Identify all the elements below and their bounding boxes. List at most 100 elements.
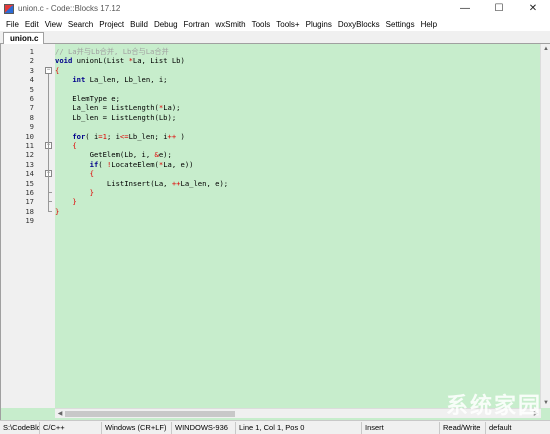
scroll-down-arrow-icon[interactable]: ▼ bbox=[541, 398, 550, 408]
menu-plugins[interactable]: Plugins bbox=[303, 20, 335, 29]
status-edit-mode: Insert bbox=[362, 421, 440, 434]
menu-tools[interactable]: Tools bbox=[249, 20, 274, 29]
code-token: <= bbox=[119, 131, 129, 141]
code-line[interactable]: // La并与Lb合并, Lb合与La合并 bbox=[55, 47, 169, 56]
watermark-logo: 系统家园 bbox=[445, 394, 542, 419]
menu-search[interactable]: Search bbox=[65, 20, 96, 29]
vertical-scrollbar[interactable]: ▲ ▼ bbox=[540, 44, 550, 408]
menu-help[interactable]: Help bbox=[418, 20, 440, 29]
menu-fortran[interactable]: Fortran bbox=[181, 20, 213, 29]
code-line[interactable]: } bbox=[55, 197, 77, 207]
line-number: 2 bbox=[29, 56, 34, 66]
code-token: } bbox=[72, 197, 77, 207]
code-token: Lb_len = ListLength(Lb); bbox=[55, 112, 177, 122]
maximize-button[interactable]: ☐ bbox=[482, 0, 516, 17]
menu-file[interactable]: File bbox=[3, 20, 22, 29]
code-line[interactable]: { bbox=[55, 66, 59, 75]
title-bar: union.c - Code::Blocks 17.12 — ☐ ✕ bbox=[0, 0, 550, 17]
code-token: ListInsert(La, bbox=[55, 178, 172, 188]
code-line[interactable]: Lb_len = ListLength(Lb); bbox=[55, 113, 176, 122]
code-line[interactable]: { bbox=[55, 169, 94, 178]
menu-build[interactable]: Build bbox=[127, 20, 151, 29]
code-editor[interactable]: 12345678910111213141516171819−−− // La并与… bbox=[0, 44, 550, 420]
code-token: ( bbox=[98, 159, 107, 169]
code-token: ElemType e; bbox=[55, 94, 120, 103]
code-token: La); bbox=[163, 103, 181, 113]
scroll-left-arrow-icon[interactable]: ◀ bbox=[55, 409, 65, 419]
status-cursor-position: Line 1, Col 1, Pos 0 bbox=[236, 421, 362, 434]
menu-project[interactable]: Project bbox=[96, 20, 127, 29]
line-number: 11 bbox=[25, 141, 34, 150]
code-token: { bbox=[55, 65, 60, 75]
code-line[interactable]: { bbox=[55, 141, 76, 150]
line-number: 16 bbox=[25, 188, 34, 197]
code-line[interactable]: GetElem(Lb, i, &e); bbox=[55, 150, 172, 159]
code-token: ) bbox=[176, 131, 185, 141]
code-token: La, e)) bbox=[163, 159, 194, 169]
menu-doxyblocks[interactable]: DoxyBlocks bbox=[335, 20, 383, 29]
code-line[interactable]: } bbox=[55, 207, 59, 216]
code-line[interactable]: void unionL(List *La, List Lb) bbox=[55, 56, 185, 65]
code-token: La_len, Lb_len, i; bbox=[85, 75, 168, 85]
fold-collapse-icon[interactable]: − bbox=[45, 66, 52, 74]
status-line-endings: Windows (CR+LF) bbox=[102, 421, 172, 434]
menu-wxsmith[interactable]: wxSmith bbox=[212, 20, 248, 29]
code-line[interactable]: } bbox=[55, 188, 94, 197]
code-line[interactable]: if( !LocateElem(*La, e)) bbox=[55, 160, 194, 169]
line-number: 19 bbox=[25, 216, 34, 226]
code-token: } bbox=[89, 188, 94, 197]
line-number: 7 bbox=[29, 103, 34, 113]
code-token: e); bbox=[158, 150, 172, 160]
status-path: S:\CodeBlocks bbox=[0, 421, 40, 434]
status-language: C/C++ bbox=[40, 421, 102, 434]
code-line[interactable]: ElemType e; bbox=[55, 94, 120, 103]
editor-tab-strip: union.c bbox=[0, 31, 550, 45]
line-number: 1 bbox=[29, 47, 34, 56]
line-number: 4 bbox=[29, 75, 34, 85]
horizontal-scroll-thumb[interactable] bbox=[65, 411, 235, 417]
menu-view[interactable]: View bbox=[42, 20, 65, 29]
menu-debug[interactable]: Debug bbox=[151, 20, 181, 29]
scroll-up-arrow-icon[interactable]: ▲ bbox=[541, 44, 550, 54]
window-controls: — ☐ ✕ bbox=[448, 0, 550, 17]
code-token: unionL(List bbox=[72, 56, 129, 66]
code-line[interactable]: int La_len, Lb_len, i; bbox=[55, 75, 168, 85]
line-number: 14 bbox=[25, 169, 34, 179]
menu-bar: File Edit View Search Project Build Debu… bbox=[0, 17, 550, 31]
fold-end-marker bbox=[48, 210, 52, 212]
menu-settings[interactable]: Settings bbox=[383, 20, 418, 29]
status-bar: S:\CodeBlocks C/C++ Windows (CR+LF) WIND… bbox=[0, 420, 550, 434]
line-number: 9 bbox=[29, 122, 34, 132]
fold-end-marker bbox=[48, 201, 52, 203]
status-access: Read/Write bbox=[440, 421, 486, 434]
menu-tools-plus[interactable]: Tools+ bbox=[273, 20, 302, 29]
fold-end-marker bbox=[48, 192, 52, 193]
window-title: union.c - Code::Blocks 17.12 bbox=[18, 4, 121, 13]
codeblocks-app-icon bbox=[4, 3, 14, 14]
minimize-button[interactable]: — bbox=[448, 0, 482, 17]
line-number: 8 bbox=[29, 112, 34, 122]
line-number: 18 bbox=[25, 206, 34, 216]
code-token: ; i bbox=[106, 131, 120, 141]
status-profile: default bbox=[489, 422, 512, 432]
code-token: void bbox=[55, 56, 73, 66]
code-token: La_len = ListLength( bbox=[55, 103, 159, 113]
line-number: 17 bbox=[25, 197, 34, 207]
line-number: 3 bbox=[29, 65, 34, 75]
code-token: if bbox=[89, 159, 99, 169]
code-token: // La并与Lb合并, Lb合与La合并 bbox=[55, 47, 169, 56]
close-button[interactable]: ✕ bbox=[516, 0, 550, 17]
code-line[interactable]: ListInsert(La, ++La_len, e); bbox=[55, 179, 228, 188]
line-number: 5 bbox=[29, 84, 34, 94]
code-line[interactable]: La_len = ListLength(*La); bbox=[55, 103, 181, 113]
code-line[interactable]: for( i=1; i<=Lb_len; i++ ) bbox=[55, 132, 185, 141]
line-number: 10 bbox=[25, 131, 34, 141]
menu-edit[interactable]: Edit bbox=[22, 20, 42, 29]
code-text-area[interactable]: // La并与Lb合并, Lb合与La合并 void unionL(List *L… bbox=[55, 44, 541, 408]
code-token: La_len, e); bbox=[180, 178, 229, 188]
